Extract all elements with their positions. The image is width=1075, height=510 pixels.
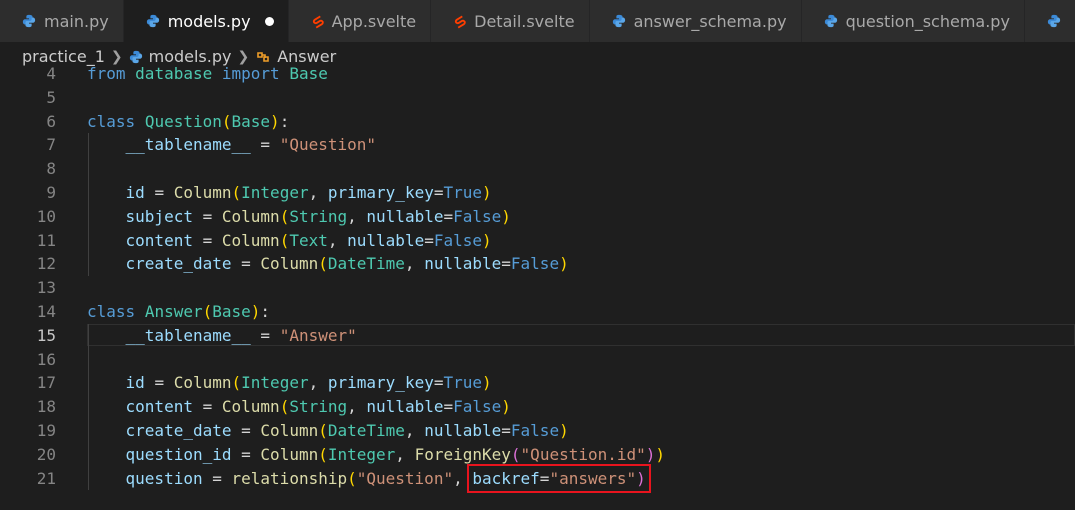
- line-number: 12: [36, 254, 56, 274]
- code-text[interactable]: content = Column(Text, nullable=False): [87, 229, 492, 253]
- editor-tab-bar: main.py models.py App.svelte Detail.svelte a…: [0, 0, 1075, 42]
- tab-question-schema-py[interactable]: question_schema.py: [801, 0, 1025, 42]
- code-line[interactable]: 6 class Question(Base):: [0, 110, 1075, 134]
- code-line[interactable]: 4 from database import Base: [0, 62, 1075, 86]
- code-line[interactable]: 18 content = Column(String, nullable=Fal…: [0, 395, 1075, 419]
- indent-guide: [88, 323, 89, 491]
- line-number: 19: [36, 421, 56, 440]
- line-number: 6: [46, 111, 56, 131]
- line-number: 14: [36, 302, 56, 321]
- line-number: 18: [36, 397, 56, 417]
- line-number: 20: [36, 444, 56, 464]
- line-number: 4: [46, 64, 56, 83]
- code-line[interactable]: 15 __tablename__ = "Answer": [0, 323, 1075, 348]
- tab-answer-schema-py[interactable]: answer_schema.py: [589, 0, 802, 42]
- svelte-file-icon: [312, 15, 324, 28]
- tab-label: Detail.svelte: [474, 11, 575, 31]
- code-text[interactable]: content = Column(String, nullable=False): [87, 395, 511, 419]
- code-line[interactable]: 20 question_id = Column(Integer, Foreign…: [0, 443, 1075, 467]
- python-file-icon: [612, 14, 625, 28]
- tab-label: question_schema.py: [845, 11, 1010, 31]
- code-line[interactable]: 11 content = Column(Text, nullable=False…: [0, 229, 1075, 253]
- tab-overflow[interactable]: [1024, 0, 1075, 42]
- code-text[interactable]: __tablename__ = "Question": [87, 133, 376, 157]
- tab-label: App.svelte: [331, 11, 417, 31]
- line-number: 7: [46, 135, 56, 155]
- code-line[interactable]: 8: [0, 157, 1075, 181]
- line-number: 8: [46, 159, 56, 179]
- tab-label: models.py: [167, 11, 251, 31]
- line-number: 9: [46, 183, 56, 202]
- python-file-icon: [146, 14, 159, 28]
- code-text[interactable]: class Question(Base):: [87, 110, 289, 134]
- code-line[interactable]: 21 question = relationship("Question", b…: [0, 463, 1075, 493]
- code-text[interactable]: create_date = Column(DateTime, nullable=…: [87, 419, 569, 443]
- code-line[interactable]: 7 __tablename__ = "Question": [0, 133, 1075, 157]
- python-file-icon: [1047, 14, 1061, 28]
- code-line[interactable]: 13: [0, 276, 1075, 300]
- code-line[interactable]: 16: [0, 348, 1075, 372]
- tab-label: main.py: [44, 11, 109, 31]
- line-number: 21: [36, 468, 56, 488]
- highlighted-backref-annotation: backref="answers"): [467, 463, 651, 493]
- code-text[interactable]: id = Column(Integer, primary_key=True): [87, 181, 492, 205]
- line-number: 13: [36, 278, 56, 298]
- code-editor[interactable]: 4 from database import Base 5 6 class Questi…: [0, 62, 1075, 510]
- code-line[interactable]: 5: [0, 86, 1075, 110]
- code-text[interactable]: id = Column(Integer, primary_key=True): [87, 371, 492, 395]
- code-line[interactable]: 17 id = Column(Integer, primary_key=True…: [0, 371, 1075, 395]
- unsaved-dot-icon[interactable]: [264, 16, 274, 26]
- tab-label: answer_schema.py: [633, 11, 787, 31]
- code-text[interactable]: from database import Base: [87, 62, 328, 86]
- code-text[interactable]: __tablename__ = "Answer": [87, 324, 357, 348]
- line-number: 17: [36, 373, 56, 393]
- tab-main-py[interactable]: main.py: [0, 0, 124, 42]
- code-text[interactable]: question_id = Column(Integer, ForeignKey…: [87, 443, 666, 467]
- tab-detail-svelte[interactable]: Detail.svelte: [431, 0, 590, 42]
- code-text[interactable]: create_date = Column(DateTime, nullable=…: [87, 252, 569, 276]
- code-line[interactable]: 9 id = Column(Integer, primary_key=True): [0, 181, 1075, 205]
- code-line[interactable]: 10 subject = Column(String, nullable=Fal…: [0, 205, 1075, 229]
- line-number: 10: [36, 206, 56, 226]
- tab-app-svelte[interactable]: App.svelte: [288, 0, 432, 42]
- code-text[interactable]: class Answer(Base):: [87, 300, 270, 324]
- python-file-icon: [824, 14, 837, 28]
- code-line[interactable]: 12 create_date = Column(DateTime, nullab…: [0, 252, 1075, 276]
- line-number: 11: [36, 230, 56, 250]
- line-number: 5: [46, 87, 56, 107]
- line-number: 15: [36, 325, 56, 345]
- svelte-file-icon: [454, 15, 466, 28]
- tab-models-py[interactable]: models.py: [123, 0, 289, 42]
- code-text[interactable]: question = relationship("Question", back…: [87, 463, 651, 493]
- code-text[interactable]: subject = Column(String, nullable=False): [87, 205, 511, 229]
- code-line[interactable]: 14 class Answer(Base):: [0, 300, 1075, 324]
- indent-guide: [88, 133, 89, 277]
- python-file-icon: [22, 14, 36, 28]
- code-line[interactable]: 19 create_date = Column(DateTime, nullab…: [0, 419, 1075, 443]
- line-number: 16: [36, 349, 56, 369]
